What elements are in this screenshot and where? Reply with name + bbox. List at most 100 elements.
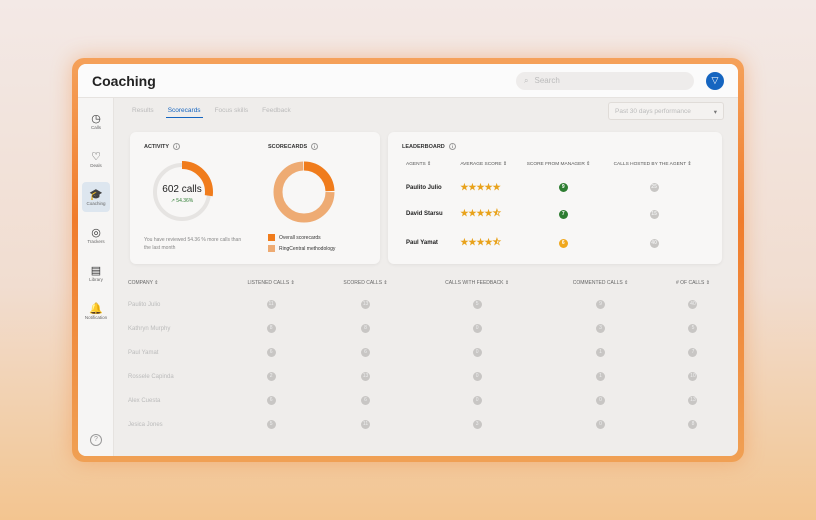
- leaderboard-row[interactable]: Paul Yamat ★★★★⯪ 6 40: [402, 230, 714, 259]
- leaderboard-card: LEADERBOARD i AGENTS ⇕ AVERAGE SCORE ⇕ SCOR…: [388, 132, 722, 264]
- column-header[interactable]: COMMENTED CALLS ⇕: [543, 276, 658, 300]
- value-badge: 10: [688, 372, 698, 381]
- value-badge: 1: [596, 348, 606, 357]
- header: Coaching ⌕ Search ▽: [78, 64, 738, 98]
- column-header[interactable]: SCORE FROM MANAGER ⇕: [523, 162, 610, 177]
- value-badge: 8: [688, 420, 698, 429]
- table-row[interactable]: Alex Cuesta 6 6 0 0 13: [128, 396, 728, 420]
- value-badge: 1: [596, 372, 606, 381]
- table-row[interactable]: Kathryn Murphy 8 8 0 3 5: [128, 324, 728, 348]
- leaderboard-row[interactable]: David Starsu ★★★★⯪ 7 15: [402, 201, 714, 230]
- column-header[interactable]: CALLS WITH FEEDBACK ⇕: [411, 276, 543, 300]
- legend-item: RingCentral methodology: [268, 245, 335, 252]
- sidebar-item-library[interactable]: ▤ Library: [82, 258, 110, 288]
- agent-name: David Starsu: [406, 211, 443, 217]
- value-badge: 0: [472, 396, 482, 405]
- sidebar-item-trackers[interactable]: ◎ Trackers: [82, 220, 110, 250]
- filter-button[interactable]: ▽: [706, 71, 724, 90]
- sidebar-item-calls[interactable]: ◷ Calls: [82, 106, 110, 136]
- tab-feedback[interactable]: Feedback: [260, 104, 293, 118]
- company-table: COMPANY ⇕ LISTENED CALLS ⇕ SCORED CALLS ⇕ C…: [128, 276, 728, 444]
- app-frame: Coaching ⌕ Search ▽ ◷ Calls ♡ Deals 🎓 Coaching…: [72, 58, 744, 462]
- column-header[interactable]: # OF CALLS ⇕: [658, 276, 728, 300]
- manager-score-badge: 7: [558, 209, 568, 219]
- search-input[interactable]: ⌕ Search: [516, 71, 694, 90]
- calls-hosted-badge: 25: [649, 183, 659, 192]
- value-badge: 6: [266, 396, 276, 405]
- tabs: Results Scorecards Focus skills Feedback: [130, 104, 293, 118]
- column-header[interactable]: AGENTS ⇕: [402, 162, 456, 177]
- tab-results[interactable]: Results: [130, 104, 156, 118]
- value-badge: 0: [596, 420, 606, 429]
- table-row[interactable]: Rossele Capinda 2 13 0 1 10: [128, 372, 728, 396]
- table-row[interactable]: Paul Yamat 6 6 0 1 7: [128, 348, 728, 372]
- legend-item: Overall scorecards: [268, 234, 335, 241]
- coaching-icon: 🎓: [89, 188, 103, 201]
- table-row[interactable]: Jesica Jones 5 11 3 0 8: [128, 420, 728, 444]
- scorecards-title: SCORECARDS i: [268, 143, 319, 150]
- value-badge: 0: [596, 396, 606, 405]
- column-header[interactable]: CALLS HOSTED BY THE AGENT ⇕: [610, 162, 714, 177]
- manager-score-badge: 6: [558, 238, 568, 248]
- company-name: Alex Cuesta: [128, 397, 161, 404]
- sidebar-item-coaching[interactable]: 🎓 Coaching: [82, 182, 110, 212]
- company-name: Paul Yamat: [128, 349, 159, 356]
- company-name: Jesica Jones: [128, 421, 163, 428]
- info-icon[interactable]: i: [311, 143, 319, 150]
- target-icon: ◎: [91, 226, 101, 239]
- activity-note: You have reviewed 54.36 % more calls tha…: [144, 237, 242, 251]
- value-badge: 5: [266, 420, 276, 429]
- value-badge: 13: [688, 396, 698, 405]
- leaderboard-table: AGENTS ⇕ AVERAGE SCORE ⇕ SCORE FROM MANAGE…: [402, 162, 714, 259]
- value-badge: 6: [361, 396, 371, 405]
- value-badge: 6: [266, 348, 276, 357]
- value-badge: 11: [361, 420, 371, 429]
- leaderboard-row[interactable]: Paulito Julio ★★★★★ 9 25: [402, 177, 714, 201]
- handshake-icon: ♡: [91, 150, 101, 163]
- calls-count: 602 calls: [162, 184, 202, 195]
- sidebar-item-notification[interactable]: 🔔 Notification: [82, 296, 110, 326]
- clock-icon: ◷: [91, 112, 101, 125]
- leaderboard-title: LEADERBOARD i: [402, 143, 456, 150]
- info-icon[interactable]: i: [173, 143, 181, 150]
- scorecards-donut: [273, 161, 335, 223]
- value-badge: 0: [472, 324, 482, 333]
- value-badge: 3: [596, 324, 606, 333]
- sidebar: ◷ Calls ♡ Deals 🎓 Coaching ◎ Trackers ▤ Library 🔔 N…: [78, 98, 114, 456]
- manager-score-badge: 9: [558, 183, 568, 192]
- calls-hosted-badge: 40: [649, 238, 659, 248]
- tab-focus-skills[interactable]: Focus skills: [213, 104, 251, 118]
- period-dropdown[interactable]: Past 30 days performance ▾: [608, 102, 724, 120]
- star-rating: ★★★★⯪: [460, 237, 502, 247]
- value-badge: 8: [361, 324, 371, 333]
- value-badge: 11: [266, 300, 276, 309]
- value-badge: 9: [596, 300, 606, 309]
- legend-swatch: [268, 234, 275, 241]
- filter-icon: ▽: [711, 75, 719, 85]
- help-icon[interactable]: ?: [90, 434, 102, 446]
- bell-icon: 🔔: [89, 302, 103, 315]
- activity-title: ACTIVITY i: [144, 143, 181, 150]
- sidebar-item-deals[interactable]: ♡ Deals: [82, 144, 110, 174]
- info-icon[interactable]: i: [448, 143, 456, 150]
- company-name: Kathryn Murphy: [128, 325, 171, 332]
- value-badge: 40: [688, 300, 698, 309]
- search-icon: ⌕: [524, 75, 529, 85]
- page-title: Coaching: [92, 72, 156, 89]
- column-header[interactable]: AVERAGE SCORE ⇕: [456, 162, 522, 177]
- value-badge: 0: [472, 348, 482, 357]
- value-badge: 0: [472, 372, 482, 381]
- table-row[interactable]: Paulito Julio 11 13 5 9 40: [128, 300, 728, 324]
- value-badge: 8: [266, 324, 276, 333]
- column-header[interactable]: SCORED CALLS ⇕: [320, 276, 411, 300]
- tab-scorecards[interactable]: Scorecards: [165, 104, 203, 118]
- star-rating: ★★★★★: [460, 182, 501, 192]
- calls-hosted-badge: 15: [649, 209, 659, 219]
- library-icon: ▤: [90, 264, 102, 277]
- column-header[interactable]: LISTENED CALLS ⇕: [222, 276, 320, 300]
- value-badge: 5: [688, 324, 698, 333]
- scorecards-legend: Overall scorecards RingCentral methodolog…: [268, 234, 335, 256]
- value-badge: 2: [266, 372, 276, 381]
- column-header[interactable]: COMPANY ⇕: [128, 276, 222, 300]
- agent-name: Paul Yamat: [406, 240, 438, 246]
